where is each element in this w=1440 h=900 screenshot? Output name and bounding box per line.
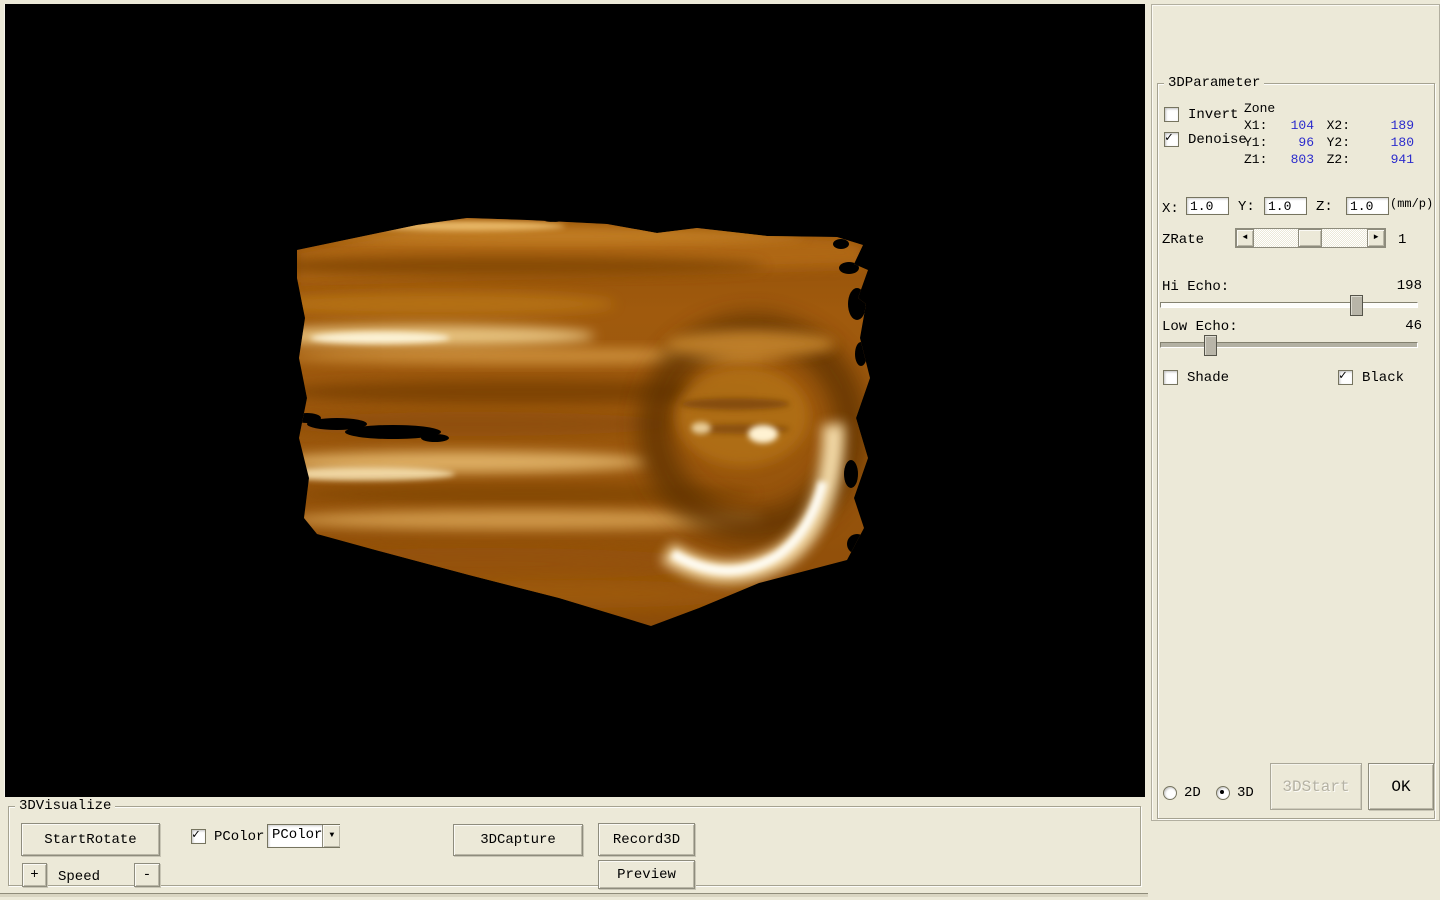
speed-label: Speed (58, 870, 100, 884)
ultrasound-3d-viewport[interactable] (4, 4, 1145, 797)
checkmark-icon: ✓ (1339, 369, 1347, 382)
shade-label: Shade (1187, 371, 1229, 385)
denoise-checkbox[interactable]: ✓ (1164, 132, 1179, 147)
zone-value: 180 (1380, 136, 1414, 149)
speed-minus-button[interactable]: - (134, 863, 160, 887)
mode-2d-label: 2D (1184, 786, 1201, 800)
group-title: 3DParameter (1164, 76, 1264, 90)
black-row: ✓ Black (1338, 370, 1404, 385)
dropdown-arrow-icon[interactable]: ▼ (322, 825, 340, 847)
pcolor-label: PColor (214, 830, 264, 844)
zrate-label: ZRate (1162, 233, 1204, 247)
black-checkbox[interactable]: ✓ (1338, 370, 1353, 385)
low-echo-slider[interactable] (1160, 335, 1418, 355)
z-scale-input[interactable] (1346, 197, 1389, 215)
zone-value: 189 (1380, 119, 1414, 132)
app-window: { "icons":{ "check":"✓", "dropdown_arrow… (0, 0, 1440, 900)
zone-value: 803 (1280, 153, 1314, 166)
denoise-row: ✓ Denoise (1164, 132, 1247, 147)
zone-value: 96 (1280, 136, 1314, 149)
3dparameter-groupbox: 3DParameter ✓ Invert ✓ Denoise Zone X1: … (1157, 83, 1435, 819)
zrate-value: 1 (1398, 233, 1406, 247)
invert-label: Invert (1188, 108, 1238, 122)
zone-value: 104 (1280, 119, 1314, 132)
hi-echo-value: 198 (1388, 279, 1422, 293)
pcolor-row: ✓ PColor (191, 829, 264, 844)
zrate-scrollbar-thumb[interactable] (1298, 229, 1322, 247)
mode-3d-radio[interactable] (1216, 786, 1230, 800)
invert-checkbox[interactable]: ✓ (1164, 107, 1179, 122)
zone-label: X2: (1314, 119, 1350, 132)
shade-row: ✓ Shade (1163, 370, 1229, 385)
y-scale-label: Y: (1238, 200, 1255, 214)
ultrasound-volume-render (5, 4, 1145, 797)
hi-echo-label: Hi Echo: (1162, 280, 1229, 294)
hi-echo-slider-thumb[interactable] (1350, 295, 1363, 316)
scale-unit-label: (mm/p) (1390, 197, 1433, 211)
black-label: Black (1362, 371, 1404, 385)
mode-2d-radio[interactable] (1163, 786, 1177, 800)
checkmark-icon: ✓ (192, 828, 200, 841)
z-scale-label: Z: (1316, 200, 1333, 214)
denoise-label: Denoise (1188, 133, 1247, 147)
preview-button[interactable]: Preview (598, 860, 695, 889)
y-scale-input[interactable] (1264, 197, 1307, 215)
mode-2d-row: 2D (1163, 786, 1201, 800)
radio-dot-icon (1220, 790, 1224, 794)
shade-checkbox[interactable]: ✓ (1163, 370, 1178, 385)
start-rotate-button[interactable]: StartRotate (21, 823, 160, 856)
zone-label: Z1: (1244, 153, 1280, 166)
3dstart-button[interactable]: 3DStart (1270, 763, 1362, 810)
low-echo-label: Low Echo: (1162, 320, 1238, 334)
scroll-right-icon[interactable]: ► (1367, 229, 1385, 247)
zrate-scrollbar[interactable]: ◄ ► (1235, 228, 1386, 248)
x-scale-label: X: (1162, 202, 1179, 216)
pcolor-dropdown-value: PColor (268, 825, 322, 847)
scroll-left-icon[interactable]: ◄ (1236, 229, 1254, 247)
group-title: 3DVisualize (15, 799, 115, 813)
speed-plus-button[interactable]: + (22, 863, 47, 887)
hi-echo-slider[interactable] (1160, 295, 1418, 315)
3dcapture-button[interactable]: 3DCapture (453, 824, 583, 856)
parameter-panel: 3DParameter ✓ Invert ✓ Denoise Zone X1: … (1151, 4, 1440, 821)
low-echo-value: 46 (1388, 319, 1422, 333)
3dvisualize-groupbox: 3DVisualize StartRotate + Speed - ✓ PCol… (8, 806, 1141, 886)
mode-3d-label: 3D (1237, 786, 1254, 800)
low-echo-slider-thumb[interactable] (1204, 335, 1217, 356)
zone-label: X1: (1244, 119, 1280, 132)
ok-button[interactable]: OK (1368, 763, 1434, 810)
zone-value: 941 (1380, 153, 1414, 166)
invert-row: ✓ Invert (1164, 107, 1238, 122)
visualize-panel: 3DVisualize StartRotate + Speed - ✓ PCol… (0, 798, 1148, 894)
pcolor-dropdown[interactable]: PColor ▼ (267, 824, 340, 848)
zone-label: Y2: (1314, 136, 1350, 149)
zrate-scrollbar-track[interactable] (1254, 229, 1367, 247)
pcolor-checkbox[interactable]: ✓ (191, 829, 206, 844)
zone-label: Z2: (1314, 153, 1350, 166)
zone-title: Zone (1244, 102, 1414, 115)
hi-echo-slider-track[interactable] (1160, 302, 1418, 308)
checkmark-icon: ✓ (1165, 131, 1173, 144)
low-echo-slider-track[interactable] (1160, 342, 1418, 348)
zone-block: Zone X1: 104 X2: 189 Y1: 96 Y2: 180 Z1: … (1244, 102, 1414, 166)
x-scale-input[interactable] (1186, 197, 1229, 215)
mode-3d-row: 3D (1216, 786, 1254, 800)
zone-label: Y1: (1244, 136, 1280, 149)
record3d-button[interactable]: Record3D (598, 823, 695, 856)
